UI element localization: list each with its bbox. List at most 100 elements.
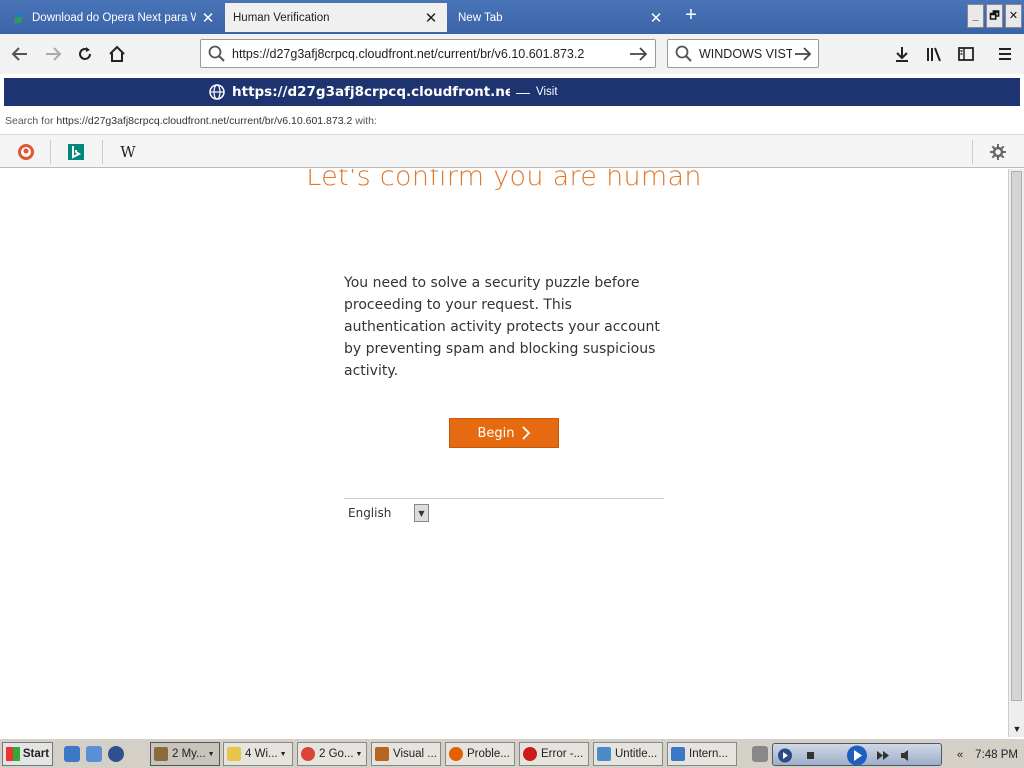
duckduckgo-icon bbox=[18, 144, 34, 160]
task-label: Visual ... bbox=[393, 748, 437, 760]
search-for-prefix: Search for bbox=[5, 115, 54, 127]
chrome-icon bbox=[301, 747, 315, 761]
page-title: Let's confirm you are human bbox=[306, 169, 702, 192]
download-icon bbox=[896, 47, 908, 62]
sidebar-button[interactable] bbox=[954, 42, 978, 66]
media-controls-icon bbox=[778, 745, 908, 766]
home-icon bbox=[109, 45, 125, 62]
task-label: 4 Wi... bbox=[245, 748, 278, 760]
bing-icon bbox=[68, 144, 84, 160]
visit-separator: — bbox=[516, 84, 530, 100]
duckduckgo-engine-button[interactable] bbox=[16, 142, 36, 162]
taskbar-item-my[interactable]: 2 My... ▼ bbox=[150, 742, 220, 766]
bing-engine-button[interactable] bbox=[66, 142, 86, 162]
language-select[interactable]: English ▼ bbox=[344, 503, 432, 523]
paint-icon bbox=[597, 747, 611, 761]
task-label: Intern... bbox=[689, 748, 728, 760]
engine-separator bbox=[50, 140, 51, 164]
scrollbar-thumb[interactable] bbox=[1011, 171, 1022, 701]
tab-title: Human Verification bbox=[233, 11, 330, 24]
search-input[interactable]: WINDOWS VIST bbox=[695, 47, 792, 61]
taskbar-item-error[interactable]: Error -... bbox=[519, 742, 589, 766]
taskbar-item-internet[interactable]: Intern... bbox=[667, 742, 737, 766]
wikipedia-engine-button[interactable]: W bbox=[118, 142, 138, 162]
page-scrollbar[interactable]: ▼ bbox=[1008, 169, 1024, 737]
new-tab-button[interactable]: + bbox=[680, 5, 702, 27]
language-value: English bbox=[348, 506, 392, 520]
url-bar[interactable]: https://d27g3afj8crpcq.cloudfront.net/cu… bbox=[200, 39, 656, 68]
go-arrow-icon[interactable] bbox=[792, 44, 814, 64]
downloads-button[interactable] bbox=[890, 42, 914, 66]
hamburger-menu-icon bbox=[999, 48, 1011, 60]
library-icon bbox=[927, 47, 941, 62]
taskbar-item-visual[interactable]: Visual ... bbox=[371, 742, 441, 766]
verification-description: You need to solve a security puzzle befo… bbox=[344, 275, 660, 379]
tab-title: New Tab bbox=[458, 11, 503, 24]
search-for-hint: Search for https://d27g3afj8crpcq.cloudf… bbox=[5, 115, 377, 127]
engine-separator bbox=[102, 140, 103, 164]
keyboard-icon[interactable] bbox=[752, 746, 768, 762]
opera-favicon-icon bbox=[14, 12, 24, 23]
minimize-button[interactable]: _ bbox=[967, 4, 984, 28]
opera-icon bbox=[523, 747, 537, 761]
sidebar-icon bbox=[958, 47, 974, 61]
start-button[interactable]: Start bbox=[2, 742, 53, 766]
firefox-icon bbox=[449, 747, 463, 761]
ie-icon bbox=[671, 747, 685, 761]
ie-quicklaunch-icon[interactable] bbox=[64, 746, 80, 762]
reload-icon bbox=[79, 47, 91, 60]
search-bar[interactable]: WINDOWS VIST bbox=[667, 39, 819, 68]
begin-button[interactable]: Begin bbox=[449, 418, 559, 448]
search-settings-button[interactable] bbox=[988, 142, 1008, 162]
tab-opera-download[interactable]: Download do Opera Next para Wi ✕ bbox=[4, 3, 224, 32]
search-for-suffix: with: bbox=[355, 115, 377, 127]
search-icon bbox=[208, 45, 225, 62]
close-icon[interactable]: ✕ bbox=[200, 9, 216, 27]
chevron-down-icon[interactable]: ▼ bbox=[414, 504, 429, 522]
url-input[interactable]: https://d27g3afj8crpcq.cloudfront.net/cu… bbox=[228, 47, 627, 61]
chevron-right-icon bbox=[521, 426, 530, 440]
windows-flag-icon bbox=[5, 747, 20, 761]
tab-title: Download do Opera Next para Wi bbox=[32, 11, 196, 24]
go-arrow-icon[interactable] bbox=[627, 44, 651, 64]
taskbar-item-untitled[interactable]: Untitle... bbox=[593, 742, 663, 766]
close-icon[interactable]: ✕ bbox=[423, 9, 439, 27]
forward-button[interactable] bbox=[41, 42, 65, 66]
begin-label: Begin bbox=[477, 425, 515, 441]
engine-separator bbox=[972, 140, 973, 164]
system-clock: « 7:48 PM bbox=[946, 743, 1022, 766]
window-controls: _ 🗗 ✕ bbox=[965, 4, 1022, 28]
globe-icon bbox=[209, 84, 225, 100]
taskbar-item-windows[interactable]: 4 Wi... ▼ bbox=[223, 742, 293, 766]
task-label: 2 My... bbox=[172, 748, 206, 760]
tab-human-verification[interactable]: Human Verification ✕ bbox=[225, 3, 447, 32]
search-for-url: https://d27g3afj8crpcq.cloudfront.net/cu… bbox=[56, 115, 353, 127]
media-player-quicklaunch-icon[interactable] bbox=[108, 746, 124, 762]
library-button[interactable] bbox=[922, 42, 946, 66]
taskbar-item-problems[interactable]: Proble... bbox=[445, 742, 515, 766]
close-window-button[interactable]: ✕ bbox=[1005, 4, 1022, 28]
search-icon bbox=[675, 45, 692, 62]
scroll-down-arrow-icon[interactable]: ▼ bbox=[1010, 722, 1024, 736]
page-content: Let's confirm you are human You need to … bbox=[0, 169, 1008, 707]
close-icon[interactable]: ✕ bbox=[648, 9, 664, 27]
url-suggestion-visit[interactable]: https://d27g3afj8crpcq.cloudfront.net/cu… bbox=[4, 78, 1020, 106]
back-button[interactable] bbox=[8, 42, 32, 66]
home-button[interactable] bbox=[105, 42, 129, 66]
forward-arrow-icon bbox=[46, 47, 62, 61]
chevron-left-icon[interactable]: « bbox=[957, 749, 963, 761]
taskbar: Start 2 My... ▼ 4 Wi... ▼ 2 Go... ▼ Visu… bbox=[0, 737, 1024, 768]
tab-strip: Download do Opera Next para Wi ✕ Human V… bbox=[0, 0, 1024, 34]
taskbar-item-chrome[interactable]: 2 Go... ▼ bbox=[297, 742, 367, 766]
tab-new-tab[interactable]: New Tab ✕ bbox=[450, 3, 672, 32]
divider bbox=[344, 498, 664, 499]
media-player-toolbar[interactable] bbox=[772, 743, 942, 766]
desktop-quicklaunch-icon[interactable] bbox=[86, 746, 102, 762]
restore-button[interactable]: 🗗 bbox=[986, 4, 1003, 28]
clock-time: 7:48 PM bbox=[975, 748, 1018, 761]
folder-icon bbox=[154, 747, 168, 761]
visit-label: Visit bbox=[536, 86, 558, 98]
menu-button[interactable] bbox=[993, 42, 1017, 66]
reload-button[interactable] bbox=[73, 42, 97, 66]
desktop: Download do Opera Next para Wi ✕ Human V… bbox=[0, 0, 1024, 768]
